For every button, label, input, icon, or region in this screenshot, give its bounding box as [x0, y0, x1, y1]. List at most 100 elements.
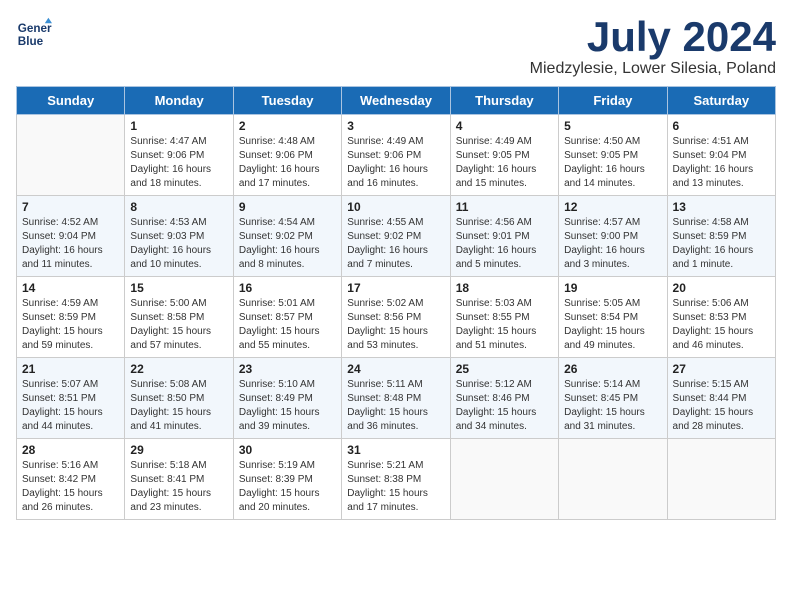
calendar-cell: 20 Sunrise: 5:06 AMSunset: 8:53 PMDayligh…	[667, 277, 775, 358]
title-block: July 2024 Miedzylesie, Lower Silesia, Po…	[530, 16, 776, 78]
calendar-cell: 11 Sunrise: 4:56 AMSunset: 9:01 PMDayligh…	[450, 196, 558, 277]
day-info: Sunrise: 4:51 AMSunset: 9:04 PMDaylight:…	[673, 135, 770, 191]
day-info: Sunrise: 5:06 AMSunset: 8:53 PMDaylight:…	[673, 297, 770, 353]
calendar-cell: 23 Sunrise: 5:10 AMSunset: 8:49 PMDayligh…	[233, 358, 341, 439]
day-number: 13	[673, 200, 770, 214]
day-number: 10	[347, 200, 444, 214]
day-number: 9	[239, 200, 336, 214]
day-info: Sunrise: 5:05 AMSunset: 8:54 PMDaylight:…	[564, 297, 661, 353]
location: Miedzylesie, Lower Silesia, Poland	[530, 60, 776, 78]
col-header-saturday: Saturday	[667, 87, 775, 115]
day-info: Sunrise: 4:49 AMSunset: 9:06 PMDaylight:…	[347, 135, 444, 191]
calendar-cell: 15 Sunrise: 5:00 AMSunset: 8:58 PMDayligh…	[125, 277, 233, 358]
calendar-cell: 28 Sunrise: 5:16 AMSunset: 8:42 PMDayligh…	[17, 439, 125, 520]
calendar-cell: 12Sunrise: 4:57 AMSunset: 9:00 PMDayligh…	[559, 196, 667, 277]
day-number: 18	[456, 281, 553, 295]
day-info: Sunrise: 5:18 AMSunset: 8:41 PMDaylight:…	[130, 459, 227, 515]
day-info: Sunrise: 5:00 AMSunset: 8:58 PMDaylight:…	[130, 297, 227, 353]
calendar-cell: 22 Sunrise: 5:08 AMSunset: 8:50 PMDayligh…	[125, 358, 233, 439]
day-number: 29	[130, 443, 227, 457]
calendar-cell: 30Sunrise: 5:19 AMSunset: 8:39 PMDayligh…	[233, 439, 341, 520]
day-number: 27	[673, 362, 770, 376]
day-number: 20	[673, 281, 770, 295]
day-number: 28	[22, 443, 119, 457]
day-info: Sunrise: 4:50 AMSunset: 9:05 PMDaylight:…	[564, 135, 661, 191]
day-info: Sunrise: 5:08 AMSunset: 8:50 PMDaylight:…	[130, 378, 227, 434]
day-info: Sunrise: 5:15 AMSunset: 8:44 PMDaylight:…	[673, 378, 770, 434]
day-number: 1	[130, 119, 227, 133]
svg-text:General: General	[18, 22, 52, 35]
day-info: Sunrise: 4:59 AMSunset: 8:59 PMDaylight:…	[22, 297, 119, 353]
day-info: Sunrise: 4:58 AMSunset: 8:59 PMDaylight:…	[673, 216, 770, 272]
day-number: 25	[456, 362, 553, 376]
day-number: 24	[347, 362, 444, 376]
col-header-friday: Friday	[559, 87, 667, 115]
calendar-cell: 18 Sunrise: 5:03 AMSunset: 8:55 PMDayligh…	[450, 277, 558, 358]
day-info: Sunrise: 4:53 AMSunset: 9:03 PMDaylight:…	[130, 216, 227, 272]
day-info: Sunrise: 5:11 AMSunset: 8:48 PMDaylight:…	[347, 378, 444, 434]
day-number: 4	[456, 119, 553, 133]
calendar-cell: 19 Sunrise: 5:05 AMSunset: 8:54 PMDayligh…	[559, 277, 667, 358]
calendar-cell: 21 Sunrise: 5:07 AMSunset: 8:51 PMDayligh…	[17, 358, 125, 439]
calendar-cell: 16Sunrise: 5:01 AMSunset: 8:57 PMDayligh…	[233, 277, 341, 358]
day-info: Sunrise: 4:49 AMSunset: 9:05 PMDaylight:…	[456, 135, 553, 191]
day-info: Sunrise: 5:12 AMSunset: 8:46 PMDaylight:…	[456, 378, 553, 434]
col-header-monday: Monday	[125, 87, 233, 115]
day-number: 14	[22, 281, 119, 295]
calendar-cell: 3 Sunrise: 4:49 AMSunset: 9:06 PMDaylight…	[342, 115, 450, 196]
day-info: Sunrise: 5:07 AMSunset: 8:51 PMDaylight:…	[22, 378, 119, 434]
calendar-cell: 26Sunrise: 5:14 AMSunset: 8:45 PMDayligh…	[559, 358, 667, 439]
calendar-cell: 31Sunrise: 5:21 AMSunset: 8:38 PMDayligh…	[342, 439, 450, 520]
calendar-cell	[450, 439, 558, 520]
calendar-cell: 10 Sunrise: 4:55 AMSunset: 9:02 PMDayligh…	[342, 196, 450, 277]
calendar-cell: 7 Sunrise: 4:52 AMSunset: 9:04 PMDaylight…	[17, 196, 125, 277]
calendar-cell	[667, 439, 775, 520]
day-info: Sunrise: 5:02 AMSunset: 8:56 PMDaylight:…	[347, 297, 444, 353]
svg-text:Blue: Blue	[18, 35, 44, 48]
calendar-cell	[17, 115, 125, 196]
calendar-cell: 6 Sunrise: 4:51 AMSunset: 9:04 PMDaylight…	[667, 115, 775, 196]
day-number: 17	[347, 281, 444, 295]
col-header-sunday: Sunday	[17, 87, 125, 115]
col-header-tuesday: Tuesday	[233, 87, 341, 115]
calendar-cell: 24 Sunrise: 5:11 AMSunset: 8:48 PMDayligh…	[342, 358, 450, 439]
day-info: Sunrise: 4:47 AMSunset: 9:06 PMDaylight:…	[130, 135, 227, 191]
page-header: General Blue July 2024 Miedzylesie, Lowe…	[16, 16, 776, 78]
day-number: 23	[239, 362, 336, 376]
calendar-cell: 8 Sunrise: 4:53 AMSunset: 9:03 PMDaylight…	[125, 196, 233, 277]
day-number: 11	[456, 200, 553, 214]
day-info: Sunrise: 5:03 AMSunset: 8:55 PMDaylight:…	[456, 297, 553, 353]
day-number: 21	[22, 362, 119, 376]
day-number: 5	[564, 119, 661, 133]
day-info: Sunrise: 4:55 AMSunset: 9:02 PMDaylight:…	[347, 216, 444, 272]
day-number: 22	[130, 362, 227, 376]
day-info: Sunrise: 4:56 AMSunset: 9:01 PMDaylight:…	[456, 216, 553, 272]
day-info: Sunrise: 4:54 AMSunset: 9:02 PMDaylight:…	[239, 216, 336, 272]
calendar-cell: 17 Sunrise: 5:02 AMSunset: 8:56 PMDayligh…	[342, 277, 450, 358]
calendar-cell	[559, 439, 667, 520]
calendar-table: SundayMondayTuesdayWednesdayThursdayFrid…	[16, 86, 776, 520]
day-number: 31	[347, 443, 444, 457]
day-number: 15	[130, 281, 227, 295]
col-header-wednesday: Wednesday	[342, 87, 450, 115]
day-info: Sunrise: 5:16 AMSunset: 8:42 PMDaylight:…	[22, 459, 119, 515]
day-number: 19	[564, 281, 661, 295]
calendar-cell: 13 Sunrise: 4:58 AMSunset: 8:59 PMDayligh…	[667, 196, 775, 277]
calendar-cell: 29 Sunrise: 5:18 AMSunset: 8:41 PMDayligh…	[125, 439, 233, 520]
calendar-cell: 2Sunrise: 4:48 AMSunset: 9:06 PMDaylight…	[233, 115, 341, 196]
day-number: 7	[22, 200, 119, 214]
day-number: 6	[673, 119, 770, 133]
day-number: 26	[564, 362, 661, 376]
day-info: Sunrise: 4:52 AMSunset: 9:04 PMDaylight:…	[22, 216, 119, 272]
calendar-cell: 27 Sunrise: 5:15 AMSunset: 8:44 PMDayligh…	[667, 358, 775, 439]
calendar-cell: 1 Sunrise: 4:47 AMSunset: 9:06 PMDaylight…	[125, 115, 233, 196]
day-number: 3	[347, 119, 444, 133]
day-info: Sunrise: 5:01 AMSunset: 8:57 PMDaylight:…	[239, 297, 336, 353]
day-info: Sunrise: 5:10 AMSunset: 8:49 PMDaylight:…	[239, 378, 336, 434]
logo: General Blue	[16, 16, 52, 52]
day-info: Sunrise: 4:48 AMSunset: 9:06 PMDaylight:…	[239, 135, 336, 191]
day-info: Sunrise: 5:19 AMSunset: 8:39 PMDaylight:…	[239, 459, 336, 515]
calendar-cell: 25 Sunrise: 5:12 AMSunset: 8:46 PMDayligh…	[450, 358, 558, 439]
day-number: 12	[564, 200, 661, 214]
day-number: 8	[130, 200, 227, 214]
